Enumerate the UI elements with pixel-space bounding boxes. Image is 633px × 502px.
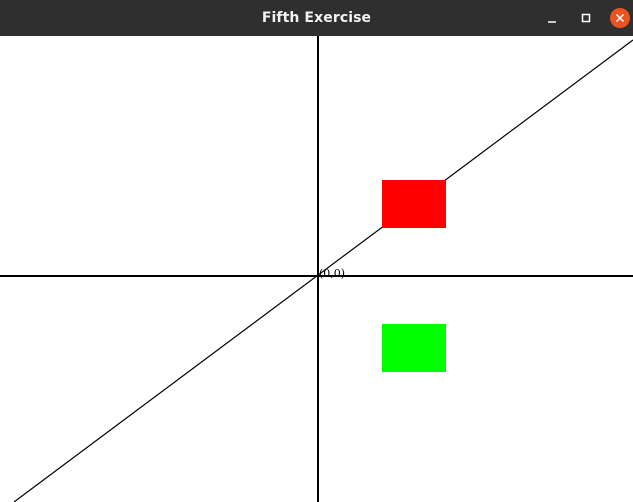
minimize-icon (548, 21, 556, 23)
maximize-icon (581, 13, 591, 23)
title-bar[interactable]: Fifth Exercise (0, 0, 633, 36)
window-title: Fifth Exercise (261, 10, 372, 26)
drawing-canvas[interactable]: (0,0) (0, 36, 633, 502)
origin-label: (0,0) (319, 267, 345, 280)
green-rectangle (382, 324, 446, 372)
close-icon (615, 13, 625, 23)
canvas-svg: (0,0) (0, 36, 633, 502)
application-window: Fifth Exercise (0,0) (0, 0, 633, 502)
close-button[interactable] (610, 8, 630, 28)
maximize-button[interactable] (576, 8, 596, 28)
minimize-button[interactable] (542, 8, 562, 28)
red-rectangle (382, 180, 446, 228)
